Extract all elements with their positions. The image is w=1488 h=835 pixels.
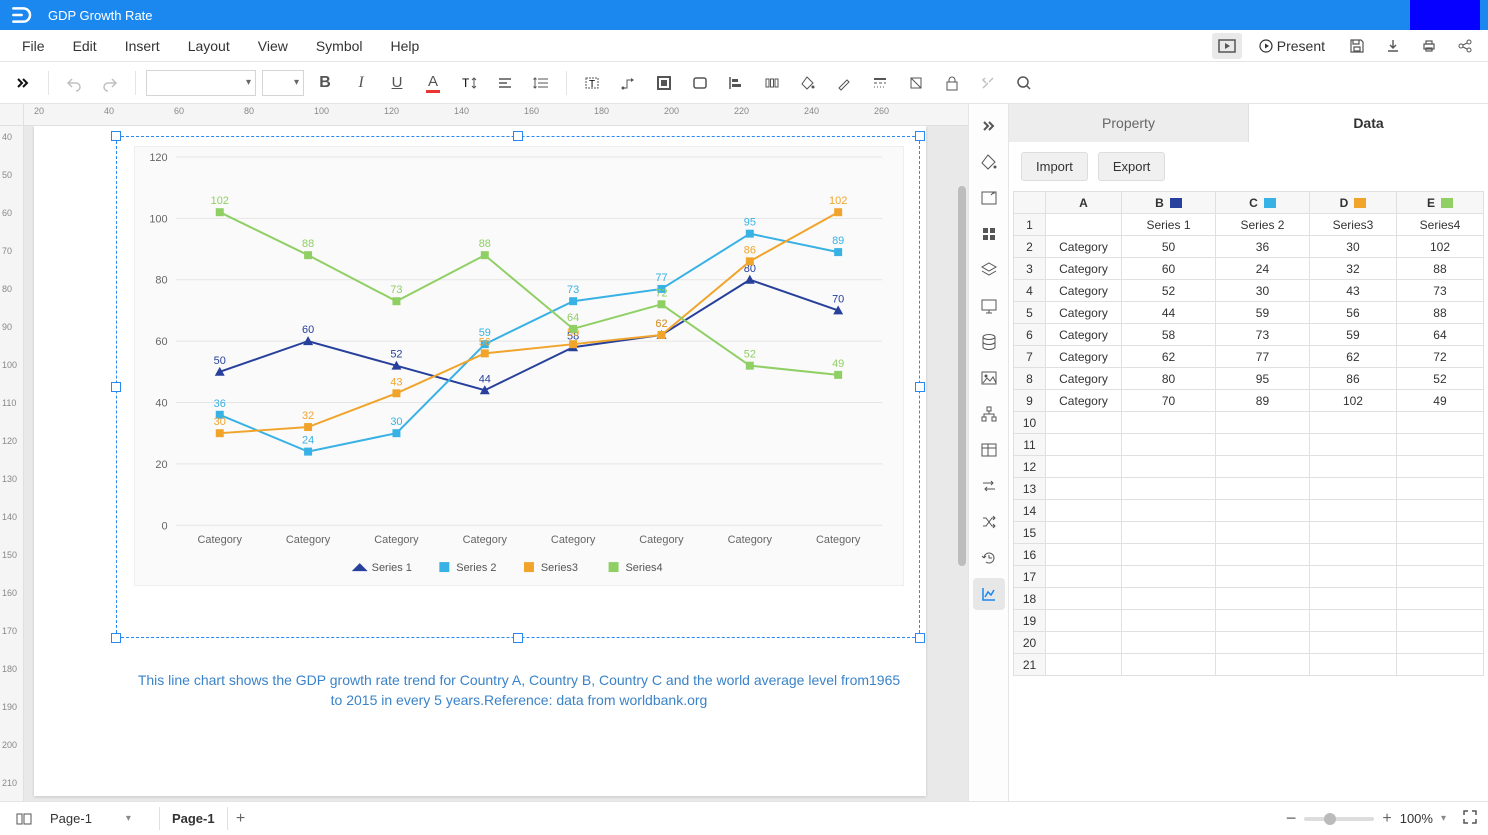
present-button[interactable]: Present: [1248, 34, 1336, 58]
page-tab[interactable]: Page-1: [159, 807, 228, 830]
line-style-icon[interactable]: [865, 68, 895, 98]
lock-icon[interactable]: [937, 68, 967, 98]
selection-handle[interactable]: [111, 382, 121, 392]
database-icon[interactable]: [973, 326, 1005, 358]
layers-icon[interactable]: [973, 254, 1005, 286]
tools-icon[interactable]: [973, 68, 1003, 98]
title-bar: GDP Growth Rate: [0, 0, 1488, 30]
font-family-select[interactable]: ▾: [146, 70, 256, 96]
menu-bar: FileEditInsertLayoutViewSymbolHelp Prese…: [0, 30, 1488, 62]
right-panel: Property Data Import Export ABCDE1Series…: [1008, 104, 1488, 801]
share-icon[interactable]: [1450, 33, 1480, 59]
pen-icon[interactable]: [829, 68, 859, 98]
text-height-icon[interactable]: T: [454, 68, 484, 98]
status-bar: Page-1▾ Page-1 + − + 100% ▾: [0, 801, 1488, 835]
selection-handle[interactable]: [915, 131, 925, 141]
import-button[interactable]: Import: [1021, 152, 1088, 181]
zoom-controls: − + 100% ▾: [1286, 808, 1478, 829]
zoom-value[interactable]: 100%: [1400, 811, 1433, 826]
shape-outline-icon[interactable]: [649, 68, 679, 98]
undo-icon[interactable]: [59, 68, 89, 98]
search-icon[interactable]: [1009, 68, 1039, 98]
swap-icon[interactable]: [973, 470, 1005, 502]
scrollbar-thumb[interactable]: [958, 186, 966, 566]
history-icon[interactable]: [973, 542, 1005, 574]
document-title: GDP Growth Rate: [48, 8, 153, 23]
export-image-icon[interactable]: [973, 182, 1005, 214]
right-panel-tabs: Property Data: [1009, 104, 1488, 142]
bold-icon[interactable]: B: [310, 68, 340, 98]
font-size-select[interactable]: ▾: [262, 70, 304, 96]
crop-icon[interactable]: [901, 68, 931, 98]
page-select[interactable]: Page-1▾: [42, 809, 139, 828]
grid-icon[interactable]: [973, 218, 1005, 250]
expand-icon[interactable]: [8, 68, 38, 98]
selection-handle[interactable]: [111, 633, 121, 643]
underline-icon[interactable]: U: [382, 68, 412, 98]
collapse-icon[interactable]: [973, 110, 1005, 142]
add-page-icon[interactable]: +: [228, 810, 254, 828]
data-grid[interactable]: ABCDE1Series 1Series 2Series3Series42Cat…: [1009, 191, 1488, 801]
shuffle-icon[interactable]: [973, 506, 1005, 538]
present-label: Present: [1277, 38, 1325, 54]
fill-tool-icon[interactable]: [973, 146, 1005, 178]
fill-icon[interactable]: [793, 68, 823, 98]
download-icon[interactable]: [1378, 33, 1408, 59]
ruler-vertical: 4050607080901001101201301401501601701801…: [0, 126, 24, 801]
align-objects-icon[interactable]: [721, 68, 751, 98]
menu-item-symbol[interactable]: Symbol: [302, 34, 377, 58]
distribute-icon[interactable]: [757, 68, 787, 98]
tab-property[interactable]: Property: [1009, 104, 1249, 142]
ruler-corner: [0, 104, 24, 126]
table-icon[interactable]: [973, 434, 1005, 466]
right-icon-toolbar: [968, 104, 1008, 801]
menu-item-help[interactable]: Help: [377, 34, 434, 58]
svg-text:T: T: [589, 79, 595, 90]
selection-handle[interactable]: [915, 382, 925, 392]
selection-handle[interactable]: [915, 633, 925, 643]
hierarchy-icon[interactable]: [973, 398, 1005, 430]
image-icon[interactable]: [973, 362, 1005, 394]
page-list-icon[interactable]: [10, 805, 38, 833]
app-logo-icon: [8, 3, 32, 27]
page[interactable]: 020406080100120CategoryCategoryCategoryC…: [34, 126, 926, 796]
connector-icon[interactable]: [613, 68, 643, 98]
canvas-area[interactable]: 020406080100120CategoryCategoryCategoryC…: [24, 126, 968, 801]
window-controls-placeholder: [1410, 0, 1480, 30]
print-icon[interactable]: [1414, 33, 1444, 59]
tab-data[interactable]: Data: [1249, 104, 1488, 142]
chart-tool-icon[interactable]: [973, 578, 1005, 610]
redo-icon[interactable]: [95, 68, 125, 98]
text-box-icon[interactable]: T: [577, 68, 607, 98]
menu-item-edit[interactable]: Edit: [59, 34, 111, 58]
zoom-out-icon[interactable]: −: [1286, 808, 1297, 829]
selection-handle[interactable]: [513, 633, 523, 643]
font-color-icon[interactable]: A: [418, 68, 448, 98]
menu-item-view[interactable]: View: [244, 34, 302, 58]
zoom-slider[interactable]: [1304, 817, 1374, 821]
selection-box: [116, 136, 920, 638]
svg-text:T: T: [462, 76, 470, 90]
formatting-toolbar: ▾ ▾ B I U A T T: [0, 62, 1488, 104]
shape-icon[interactable]: [685, 68, 715, 98]
selection-handle[interactable]: [513, 131, 523, 141]
slideshow-icon[interactable]: [1212, 33, 1242, 59]
save-icon[interactable]: [1342, 33, 1372, 59]
zoom-in-icon[interactable]: +: [1382, 810, 1391, 828]
selection-handle[interactable]: [111, 131, 121, 141]
export-button[interactable]: Export: [1098, 152, 1166, 181]
line-spacing-icon[interactable]: [526, 68, 556, 98]
fullscreen-icon[interactable]: [1462, 809, 1478, 828]
menu-item-layout[interactable]: Layout: [174, 34, 244, 58]
canvas-wrap: 20406080100120140160180200220240260 4050…: [0, 104, 968, 801]
ruler-horizontal: 20406080100120140160180200220240260: [24, 104, 968, 126]
italic-icon[interactable]: I: [346, 68, 376, 98]
workspace: 20406080100120140160180200220240260 4050…: [0, 104, 1488, 801]
align-icon[interactable]: [490, 68, 520, 98]
presentation-icon[interactable]: [973, 290, 1005, 322]
menu-item-insert[interactable]: Insert: [111, 34, 174, 58]
chart-caption[interactable]: This line chart shows the GDP growth rat…: [134, 671, 904, 710]
menu-item-file[interactable]: File: [8, 34, 59, 58]
